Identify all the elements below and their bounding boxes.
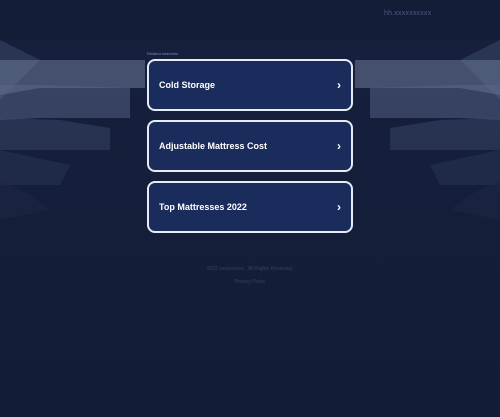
related-searches-label: Related searches <box>147 51 179 56</box>
link-top-mattresses-2022[interactable]: Top Mattresses 2022 › <box>147 181 353 233</box>
right-shape-4 <box>390 118 500 150</box>
link-label: Adjustable Mattress Cost <box>159 141 268 151</box>
left-shape-4 <box>0 118 110 150</box>
link-adjustable-mattress-cost[interactable]: Adjustable Mattress Cost › <box>147 120 353 172</box>
link-cold-storage[interactable]: Cold Storage › <box>147 59 353 111</box>
chevron-right-icon: › <box>337 139 341 153</box>
related-links-list: Cold Storage › Adjustable Mattress Cost … <box>147 59 353 242</box>
link-label: Cold Storage <box>159 80 216 90</box>
right-shape-6 <box>450 180 500 220</box>
parked-domain-page: hh.xxxxxxxxxx Related searches Cold Stor… <box>0 0 500 417</box>
chevron-right-icon: › <box>337 78 341 92</box>
chevron-right-icon: › <box>337 200 341 214</box>
left-shape-5 <box>0 150 70 185</box>
left-shape-3 <box>0 85 130 120</box>
copyright-text: 2022 xxxxxxxxxx . All Rights Reserved. <box>206 266 294 272</box>
left-shape-6 <box>0 180 50 220</box>
link-label: Top Mattresses 2022 <box>159 202 247 212</box>
right-shape-5 <box>430 150 500 185</box>
right-shape-3 <box>370 85 500 120</box>
privacy-policy-link[interactable]: Privacy Policy <box>0 279 500 285</box>
